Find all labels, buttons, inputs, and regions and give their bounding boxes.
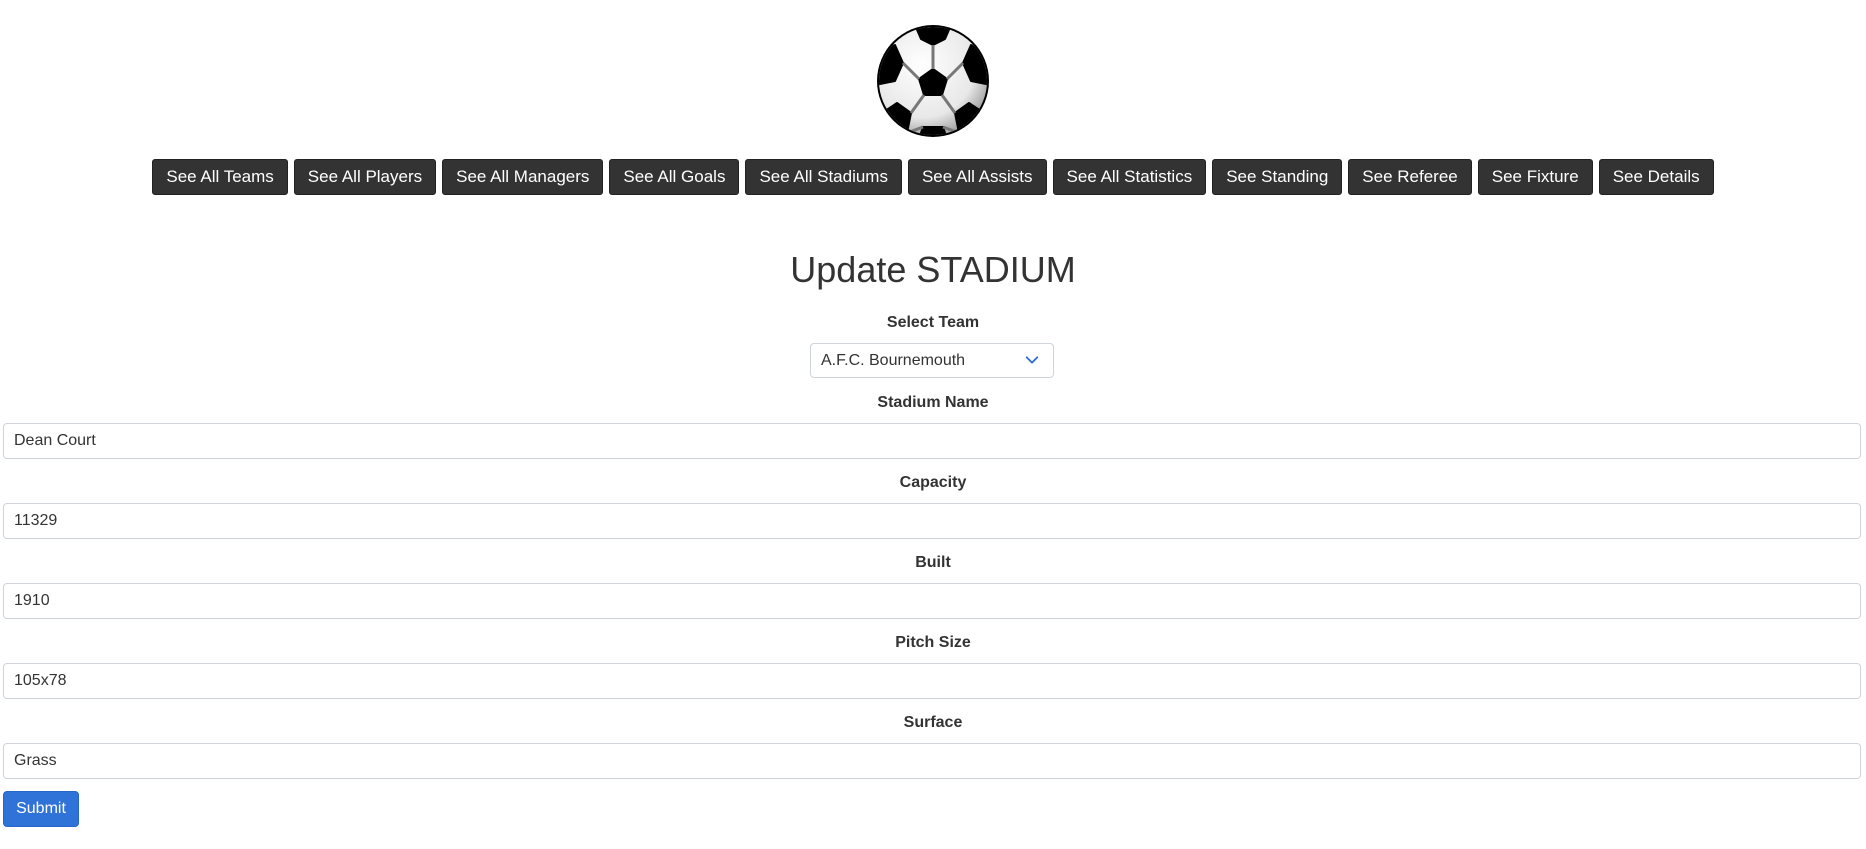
soccer-ball-icon [877, 25, 989, 137]
team-select[interactable]: A.F.C. Bournemouth [810, 343, 1054, 378]
see-all-players-button[interactable]: See All Players [293, 159, 437, 195]
built-label: Built [915, 554, 951, 571]
surface-label: Surface [903, 714, 963, 731]
select-team-label: Select Team [886, 314, 980, 331]
team-select-value: A.F.C. Bournemouth [821, 351, 966, 369]
see-all-managers-button[interactable]: See All Managers [442, 159, 604, 195]
see-all-goals-button[interactable]: See All Goals [609, 159, 740, 195]
stadium-name-input[interactable] [3, 423, 1861, 459]
see-all-stadiums-button[interactable]: See All Stadiums [745, 159, 902, 195]
capacity-label: Capacity [899, 474, 967, 491]
see-all-assists-button[interactable]: See All Assists [907, 159, 1047, 195]
page-title: Update STADIUM [790, 249, 1076, 290]
submit-button[interactable]: Submit [3, 791, 79, 827]
surface-input[interactable] [3, 743, 1861, 779]
see-referee-button[interactable]: See Referee [1348, 159, 1472, 195]
see-standing-button[interactable]: See Standing [1212, 159, 1343, 195]
page: See All Teams See All Players See All Ma… [0, 0, 1866, 849]
stadium-name-label: Stadium Name [877, 394, 989, 411]
pitch-size-label: Pitch Size [895, 634, 971, 651]
built-input[interactable] [3, 583, 1861, 619]
main-nav: See All Teams See All Players See All Ma… [0, 159, 1866, 195]
see-all-statistics-button[interactable]: See All Statistics [1052, 159, 1207, 195]
capacity-input[interactable] [3, 503, 1861, 539]
chevron-down-icon [1025, 356, 1039, 364]
see-details-button[interactable]: See Details [1598, 159, 1714, 195]
see-fixture-button[interactable]: See Fixture [1477, 159, 1593, 195]
see-all-teams-button[interactable]: See All Teams [152, 159, 288, 195]
pitch-size-input[interactable] [3, 663, 1861, 699]
